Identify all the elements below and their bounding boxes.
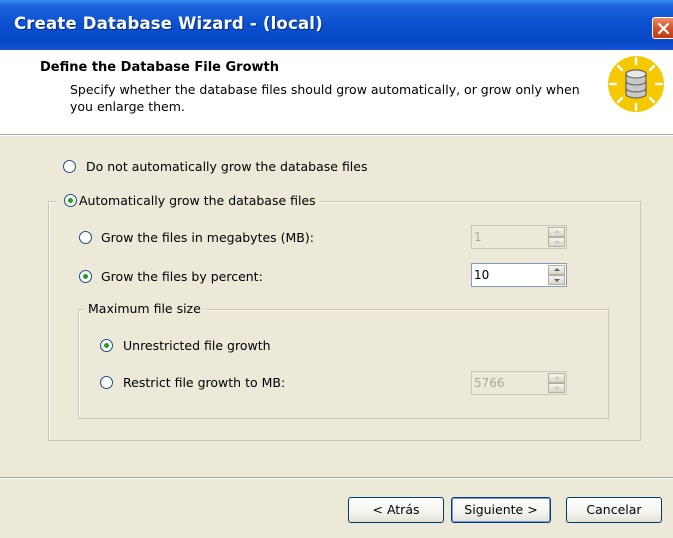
percent-down-button[interactable] <box>548 275 565 285</box>
megabytes-value: 1 <box>474 230 482 244</box>
max-size-caption: Maximum file size <box>84 301 205 316</box>
restrict-down-button <box>548 383 565 393</box>
restrict-up-button <box>548 373 565 383</box>
unrestricted-radio[interactable] <box>100 339 113 352</box>
percent-spinner[interactable]: 10 <box>471 263 567 287</box>
cancel-button[interactable]: Cancelar <box>566 497 662 523</box>
page-subtitle: Specify whether the database files shoul… <box>70 82 580 114</box>
megabytes-up-button <box>548 227 565 237</box>
auto-grow-label[interactable]: Automatically grow the database files <box>79 193 316 208</box>
restrict-value: 5766 <box>474 376 505 390</box>
close-icon <box>657 22 670 35</box>
wizard-header: Define the Database File Growth Specify … <box>0 50 673 134</box>
max-size-group <box>78 309 609 419</box>
database-icon <box>608 56 664 112</box>
footer-divider <box>0 477 673 479</box>
window-title: Create Database Wizard - (local) <box>14 14 323 33</box>
restrict-radio[interactable] <box>100 376 113 389</box>
close-button[interactable] <box>652 17 673 39</box>
percent-up-button[interactable] <box>548 265 565 275</box>
grow-percent-label[interactable]: Grow the files by percent: <box>101 269 263 284</box>
grow-percent-radio[interactable] <box>79 270 92 283</box>
grow-megabytes-label[interactable]: Grow the files in megabytes (MB): <box>101 230 314 245</box>
back-button[interactable]: < Atrás <box>348 497 444 523</box>
next-button[interactable]: Siguiente > <box>451 497 551 523</box>
percent-value[interactable]: 10 <box>474 268 489 282</box>
no-grow-label[interactable]: Do not automatically grow the database f… <box>86 159 368 174</box>
unrestricted-label[interactable]: Unrestricted file growth <box>123 338 271 353</box>
page-title: Define the Database File Growth <box>40 60 279 75</box>
grow-megabytes-radio[interactable] <box>79 231 92 244</box>
auto-grow-radio[interactable] <box>64 194 77 207</box>
megabytes-down-button <box>548 237 565 247</box>
header-divider <box>0 134 673 136</box>
megabytes-spinner: 1 <box>471 225 567 249</box>
restrict-label[interactable]: Restrict file growth to MB: <box>123 375 285 390</box>
no-grow-radio[interactable] <box>63 160 76 173</box>
restrict-spinner: 5766 <box>471 371 567 395</box>
title-bar[interactable]: Create Database Wizard - (local) <box>0 0 673 50</box>
auto-grow-caption: Automatically grow the database files <box>56 193 320 208</box>
